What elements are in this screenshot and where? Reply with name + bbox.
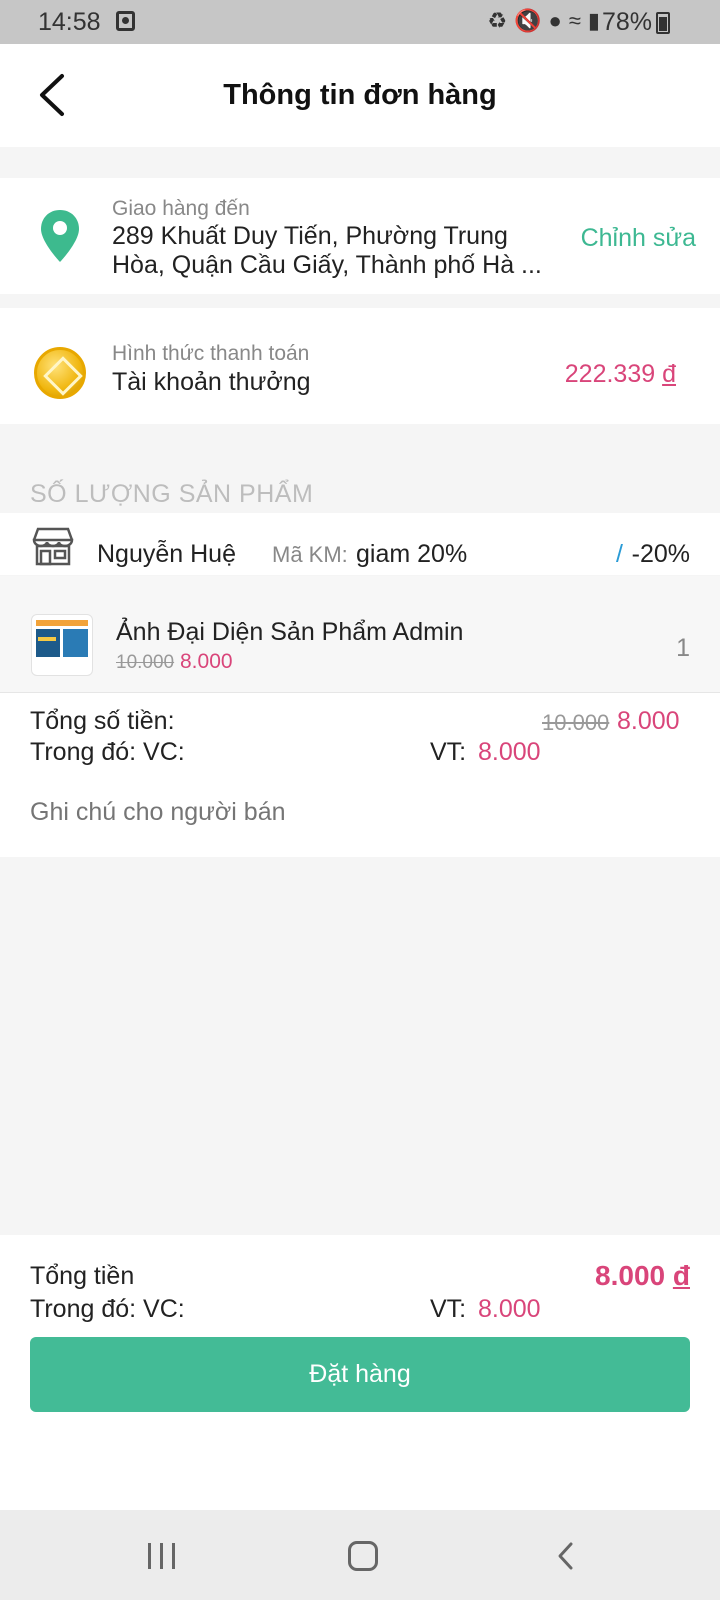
signal-icon: ▮	[587, 8, 600, 33]
coin-icon	[34, 347, 86, 399]
products-section-title: SỐ LƯỢNG SẢN PHẨM	[30, 480, 314, 508]
shipping-fee-label: Trong đó: VC:	[30, 738, 185, 766]
vt-label: VT:	[430, 738, 467, 766]
subtotal-label: Tổng số tiền:	[30, 707, 175, 735]
address-label: Giao hàng đến	[112, 197, 250, 220]
location-icon: ●	[548, 8, 562, 33]
battery-icon	[656, 12, 670, 34]
product-original-price: 10.000	[116, 652, 175, 673]
page-title: Thông tin đơn hàng	[223, 79, 497, 111]
battery-percent: 78%	[601, 8, 652, 36]
payment-label: Hình thức thanh toán	[112, 342, 310, 365]
total-amount: 8.000 đ	[595, 1260, 690, 1292]
total-currency: đ	[672, 1260, 690, 1291]
payment-balance-value: 222.339	[564, 360, 656, 388]
status-bar: 14:58 ♻ 🔇 ● ≈ ▮ 78%	[0, 0, 720, 44]
payment-method: Tài khoản thưởng	[112, 368, 311, 396]
payment-balance: 222.339 đ	[565, 360, 676, 389]
system-back-icon[interactable]	[553, 1540, 579, 1572]
shop-name: Nguyễn Huệ	[97, 540, 236, 568]
place-order-button[interactable]: Đặt hàng	[30, 1337, 690, 1412]
subtotal-sale: 8.000	[617, 707, 680, 735]
product-thumbnail	[31, 614, 93, 676]
location-pin-icon	[41, 210, 79, 262]
address-text: 289 Khuất Duy Tiến, Phường Trung Hòa, Qu…	[112, 222, 542, 279]
home-icon[interactable]	[348, 1541, 378, 1571]
status-time: 14:58	[38, 8, 101, 36]
wifi-icon: ≈	[568, 8, 581, 33]
mute-icon: 🔇	[514, 8, 542, 33]
subtotal-original: 10.000	[542, 710, 610, 735]
status-icons: ♻ 🔇 ● ≈ ▮	[487, 8, 600, 34]
battery-saver-icon: ♻	[487, 8, 508, 33]
app-header: Thông tin đơn hàng	[0, 44, 720, 147]
seller-note-input[interactable]	[30, 798, 690, 827]
total-label: Tổng tiền	[30, 1262, 135, 1290]
total-amount-value: 8.000	[595, 1260, 666, 1291]
promo-code-value[interactable]: giam 20%	[356, 540, 467, 569]
footer-vt-label: VT:	[430, 1295, 467, 1323]
product-name: Ảnh Đại Diện Sản Phẩm Admin	[116, 618, 464, 646]
payment-currency: đ	[662, 360, 676, 388]
edit-address-link[interactable]: Chỉnh sửa	[581, 224, 696, 253]
vt-value: 8.000	[478, 738, 541, 766]
product-sale-price: 8.000	[180, 650, 233, 673]
footer-vt-value: 8.000	[478, 1295, 541, 1323]
promo-code-label: Mã KM:	[272, 542, 348, 567]
promo-discount: -20%	[631, 540, 690, 568]
footer-shipping-label: Trong đó: VC:	[30, 1295, 185, 1323]
promo-separator: /	[616, 540, 623, 568]
media-notification-icon	[116, 11, 135, 31]
store-icon	[32, 527, 74, 566]
product-quantity: 1	[676, 634, 690, 662]
recent-apps-icon[interactable]	[148, 1543, 178, 1569]
